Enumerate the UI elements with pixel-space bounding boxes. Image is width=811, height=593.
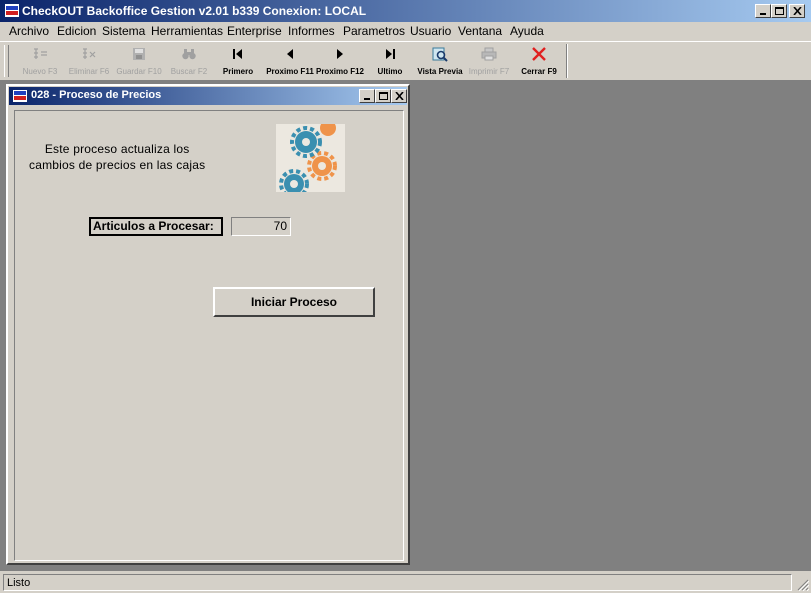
menu-parametros[interactable]: Parametros — [343, 24, 405, 38]
maximize-button[interactable] — [771, 4, 787, 18]
close-window-button[interactable]: Cerrar F9 — [514, 42, 564, 80]
minimize-icon — [364, 98, 370, 100]
process-description: Este proceso actualiza los cambios de pr… — [29, 141, 205, 173]
close-x-icon — [532, 47, 546, 61]
binoculars-icon — [182, 49, 196, 60]
previous-arrow-icon — [287, 49, 293, 59]
delete-record-icon — [83, 48, 96, 59]
minimize-icon — [760, 13, 766, 15]
menu-usuario[interactable]: Usuario — [410, 24, 451, 38]
minimize-button[interactable] — [755, 4, 771, 18]
next-arrow-icon — [337, 49, 343, 59]
menu-edicion[interactable]: Edicion — [57, 24, 96, 38]
child-titlebar[interactable]: 028 - Proceso de Precios — [9, 87, 407, 105]
child-body: Este proceso actualiza los cambios de pr… — [14, 110, 404, 561]
save-disk-icon — [133, 48, 145, 60]
statusbar: Listo — [0, 573, 811, 593]
close-button[interactable] — [789, 4, 805, 18]
toolbar: Nuevo F3 Eliminar F6 Guardar F10 Buscar … — [0, 41, 811, 81]
child-title: 028 - Proceso de Precios — [31, 89, 162, 101]
maximize-icon — [379, 92, 388, 100]
print-preview-icon — [432, 47, 448, 62]
close-icon — [395, 92, 404, 100]
resize-grip-icon[interactable] — [797, 579, 809, 591]
next-button[interactable]: Proximo F12 — [315, 42, 365, 80]
print-button[interactable]: Imprimir F7 — [464, 42, 514, 80]
child-minimize-button[interactable] — [359, 89, 375, 103]
menu-archivo[interactable]: Archivo — [9, 24, 49, 38]
previous-button[interactable]: Proximo F11 — [265, 42, 315, 80]
first-record-icon — [233, 49, 242, 59]
gears-icon — [276, 124, 345, 192]
first-button[interactable]: Primero — [213, 42, 263, 80]
close-icon — [793, 7, 802, 15]
menu-informes[interactable]: Informes — [288, 24, 335, 38]
maximize-icon — [775, 7, 784, 15]
status-text: Listo — [7, 577, 31, 589]
last-button[interactable]: Ultimo — [365, 42, 415, 80]
last-record-icon — [386, 49, 395, 59]
child-maximize-button[interactable] — [375, 89, 391, 103]
delete-button[interactable]: Eliminar F6 — [64, 42, 114, 80]
menu-ventana[interactable]: Ventana — [458, 24, 502, 38]
save-button[interactable]: Guardar F10 — [114, 42, 164, 80]
status-panel: Listo — [3, 574, 792, 591]
app-icon — [5, 4, 19, 17]
toolbar-separator — [566, 44, 568, 78]
menu-ayuda[interactable]: Ayuda — [510, 24, 544, 38]
menu-sistema[interactable]: Sistema — [102, 24, 145, 38]
child-close-button[interactable] — [391, 89, 407, 103]
app-title: CheckOUT Backoffice Gestion v2.01 b339 C… — [22, 4, 367, 18]
printer-icon — [481, 47, 497, 61]
start-process-button[interactable]: Iniciar Proceso — [213, 287, 375, 317]
articles-label: Articulos a Procesar: — [89, 217, 223, 236]
description-line-2: cambios de precios en las cajas — [29, 158, 206, 172]
new-record-icon — [34, 48, 47, 59]
menu-enterprise[interactable]: Enterprise — [227, 24, 282, 38]
articles-count: 70 — [231, 217, 291, 236]
menu-herramientas[interactable]: Herramientas — [151, 24, 223, 38]
child-window-icon — [13, 90, 27, 102]
menubar: Archivo Edicion Sistema Herramientas Ent… — [0, 22, 811, 41]
close-window-button-label: Cerrar F9 — [521, 67, 557, 76]
description-line-1: Este proceso actualiza los — [44, 142, 190, 156]
price-process-window: 028 - Proceso de Precios Este proceso ac… — [6, 84, 410, 565]
app-titlebar: CheckOUT Backoffice Gestion v2.01 b339 C… — [0, 0, 811, 22]
